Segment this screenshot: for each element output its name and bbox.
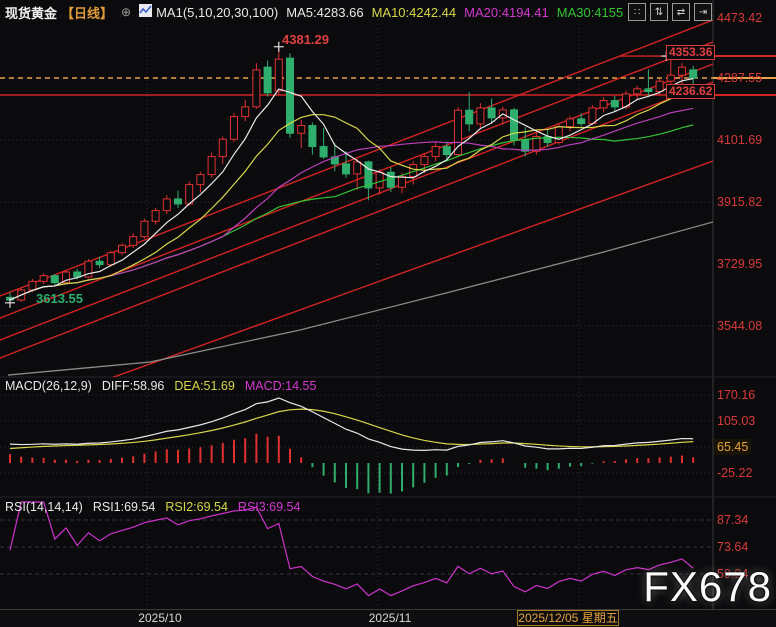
chart-window: 4473.42 4287.55 4101.69 3915.82 3729.95 3544.… bbox=[0, 0, 776, 627]
axis-tick-label: 87.34 bbox=[717, 513, 748, 527]
axis-tick-label: 4101.69 bbox=[717, 133, 762, 147]
axis-tick-label: 4287.55 bbox=[717, 71, 762, 85]
macd-histogram bbox=[10, 434, 693, 494]
rsi-panel-header: RSI(14,14,14) RSI1:69.54 RSI2:69.54 RSI3… bbox=[5, 500, 300, 514]
axis-tick-label: 3915.82 bbox=[717, 195, 762, 209]
rsi2-value: RSI2:69.54 bbox=[165, 500, 228, 514]
macd-title: MACD(26,12,9) bbox=[5, 379, 92, 393]
ma5-value: MA5:4283.66 bbox=[286, 5, 363, 20]
lowest-price-label: 3613.55 bbox=[36, 291, 83, 306]
fx678-watermark: FX678 bbox=[643, 563, 772, 611]
symbol-name: 现货黄金 bbox=[5, 3, 57, 22]
macd-diff-line bbox=[10, 398, 693, 450]
macd-dea-line bbox=[10, 409, 693, 448]
add-indicator-icon[interactable]: ⊕ bbox=[121, 5, 131, 19]
axis-tick-label: 4473.42 bbox=[717, 11, 762, 25]
price-line-label-high[interactable]: 4353.36 bbox=[666, 45, 715, 60]
trend-channel-lines[interactable] bbox=[0, 20, 713, 418]
rsi-title: RSI(14,14,14) bbox=[5, 500, 83, 514]
shift-right-icon[interactable]: ⇥ bbox=[694, 3, 712, 21]
axis-tick-label: 105.03 bbox=[717, 414, 755, 428]
axis-zoom-vertical-icon[interactable]: ⇅ bbox=[650, 3, 668, 21]
macd-diff-value: DIFF:58.96 bbox=[102, 379, 165, 393]
ma10-value: MA10:4242.44 bbox=[372, 5, 457, 20]
axis-tick-label: 73.64 bbox=[717, 540, 748, 554]
candlesticks[interactable] bbox=[7, 47, 697, 303]
ma30-value: MA30:4155 bbox=[557, 5, 624, 20]
ma100-line bbox=[8, 222, 713, 375]
macd-hist-value: MACD:14.55 bbox=[245, 379, 317, 393]
extreme-cross-markers bbox=[5, 42, 671, 308]
axis-tick-label: 3544.08 bbox=[717, 319, 762, 333]
price-axis[interactable]: 4473.42 4287.55 4101.69 3915.82 3729.95 3544.… bbox=[717, 11, 762, 581]
macd-panel-header: MACD(26,12,9) DIFF:58.96 DEA:51.69 MACD:… bbox=[5, 379, 316, 393]
price-line-label-support[interactable]: 4236.62 bbox=[666, 84, 715, 99]
rsi3-value: RSI3:69.54 bbox=[238, 500, 301, 514]
rsi-line bbox=[10, 502, 693, 596]
rsi1-value: RSI1:69.54 bbox=[93, 500, 156, 514]
period-label: 【日线】 bbox=[61, 3, 113, 22]
time-label-october: 2025/10 bbox=[128, 611, 192, 625]
pan-move-icon[interactable]: ∷ bbox=[628, 3, 646, 21]
time-label-november: 2025/11 bbox=[358, 611, 422, 625]
chart-type-icon[interactable] bbox=[139, 4, 152, 20]
axis-zoom-horizontal-icon[interactable]: ⇄ bbox=[672, 3, 690, 21]
axis-tick-label: 170.16 bbox=[717, 388, 755, 402]
macd-axis-badge: 65.45 bbox=[714, 439, 751, 455]
current-date-label: 2025/12/05 星期五 bbox=[517, 610, 619, 626]
ma-settings-label: MA1(5,10,20,30,100) bbox=[156, 5, 278, 20]
chart-header: 现货黄金 【日线】 ⊕ MA1(5,10,20,30,100) MA5:4283… bbox=[5, 3, 623, 21]
time-axis[interactable]: 2025/10 2025/11 2025/12/05 星期五 bbox=[0, 609, 776, 627]
macd-dea-value: DEA:51.69 bbox=[174, 379, 234, 393]
highest-price-label: 4381.29 bbox=[282, 32, 329, 47]
chart-canvas[interactable]: 4473.42 4287.55 4101.69 3915.82 3729.95 3544.… bbox=[0, 0, 776, 627]
axis-tick-label: -25.22 bbox=[717, 466, 752, 480]
ma20-value: MA20:4194.41 bbox=[464, 5, 549, 20]
axis-tick-label: 3729.95 bbox=[717, 257, 762, 271]
chart-toolbar: ∷ ⇅ ⇄ ⇥ bbox=[628, 3, 712, 21]
